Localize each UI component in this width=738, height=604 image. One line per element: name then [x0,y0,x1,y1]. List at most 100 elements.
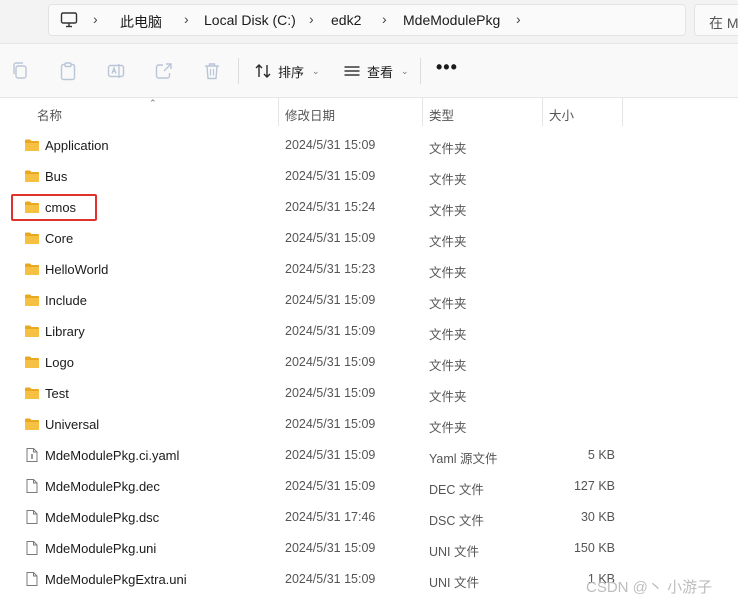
folder-row[interactable]: HelloWorld 2024/5/31 15:23 文件夹 [0,254,738,285]
toolbar-divider [420,58,421,84]
file-type: DSC 文件 [429,514,484,528]
file-name: Include [45,293,87,308]
file-modified-date: 2024/5/31 15:24 [285,200,376,214]
toolbar-divider [238,58,239,84]
file-modified-date: 2024/5/31 15:09 [285,293,376,307]
view-button[interactable]: 查看 ⌄ [343,59,409,83]
delete-icon[interactable] [202,61,222,81]
file-row[interactable]: MdeModulePkg.dec 2024/5/31 15:09 DEC 文件 127… [0,471,738,502]
file-row[interactable]: MdeModulePkg.dsc 2024/5/31 17:46 DSC 文件 30 … [0,502,738,533]
folder-row[interactable]: Include 2024/5/31 15:09 文件夹 [0,285,738,316]
file-icon [24,571,40,587]
file-type: 文件夹 [429,390,467,404]
file-type: Yaml 源文件 [429,452,498,466]
search-input[interactable]: 在 M [694,4,738,36]
file-type: 文件夹 [429,235,467,249]
column-header-name[interactable]: 名称 [37,105,62,124]
folder-icon [24,137,40,153]
file-modified-date: 2024/5/31 15:09 [285,417,376,431]
file-name: Bus [45,169,68,184]
file-row[interactable]: MdeModulePkg.uni 2024/5/31 15:09 UNI 文件 150… [0,533,738,564]
folder-icon [24,230,40,246]
column-header-size[interactable]: 大小 [549,105,574,124]
chevron-right-icon: › [184,11,189,27]
file-icon [24,540,40,556]
folder-row[interactable]: Core 2024/5/31 15:09 文件夹 [0,223,738,254]
file-type: 文件夹 [429,328,467,342]
more-options-button[interactable]: ••• [436,57,458,78]
breadcrumb-edk2[interactable]: edk2 [331,12,361,28]
computer-icon[interactable] [60,11,78,29]
column-header-type[interactable]: 类型 [429,105,454,124]
rename-icon[interactable] [106,61,126,81]
file-size: 127 KB [573,479,615,493]
address-bar: › 此电脑 › Local Disk (C:) › edk2 › MdeModu… [0,0,738,44]
file-name: Universal [45,417,100,432]
sort-label: 排序 [278,64,305,80]
file-name: Logo [45,355,74,370]
folder-row[interactable]: Library 2024/5/31 15:09 文件夹 [0,316,738,347]
sort-button[interactable]: 排序 ⌄ [254,59,320,83]
file-type: DEC 文件 [429,483,484,497]
folder-icon [24,261,40,277]
file-name: MdeModulePkg.dec [45,479,160,494]
folder-icon [24,416,40,432]
file-icon [24,509,40,525]
folder-row[interactable]: Test 2024/5/31 15:09 文件夹 [0,378,738,409]
file-modified-date: 2024/5/31 15:09 [285,448,376,462]
file-type: 文件夹 [429,173,467,187]
file-name: Application [45,138,109,153]
folder-icon [24,354,40,370]
file-type: 文件夹 [429,297,467,311]
file-list: Application 2024/5/31 15:09 文件夹 Bus 2024/5/3… [0,130,738,595]
chevron-right-icon: › [382,11,387,27]
paste-icon[interactable] [58,61,78,81]
file-modified-date: 2024/5/31 15:09 [285,231,376,245]
file-type: UNI 文件 [429,576,480,590]
column-resize-handle[interactable] [422,98,423,126]
chevron-right-icon: › [93,11,98,27]
sort-ascending-icon: ⌃ [149,98,157,108]
column-resize-handle[interactable] [278,98,279,126]
file-name: cmos [45,200,77,215]
file-type: 文件夹 [429,142,467,156]
file-size: 5 KB [587,448,615,462]
column-resize-handle[interactable] [622,98,623,126]
folder-row[interactable]: Logo 2024/5/31 15:09 文件夹 [0,347,738,378]
folder-icon [24,292,40,308]
file-name: MdeModulePkg.uni [45,541,157,556]
file-type: 文件夹 [429,204,467,218]
folder-row[interactable]: Application 2024/5/31 15:09 文件夹 [0,130,738,161]
view-list-icon [344,66,360,76]
breadcrumb-mdemodulepkg[interactable]: MdeModulePkg [403,12,500,28]
column-header-date[interactable]: 修改日期 [285,105,335,124]
file-name: HelloWorld [45,262,109,277]
file-modified-date: 2024/5/31 15:09 [285,386,376,400]
copy-icon[interactable] [10,61,30,81]
file-name: MdeModulePkgExtra.uni [45,572,187,587]
folder-icon [24,385,40,401]
folder-row[interactable]: Universal 2024/5/31 15:09 文件夹 [0,409,738,440]
file-type: 文件夹 [429,359,467,373]
folder-icon [24,168,40,184]
file-name: Library [45,324,85,339]
breadcrumb-local-disk[interactable]: Local Disk (C:) [204,12,296,28]
watermark: CSDN @丶 小游子 [586,579,713,596]
folder-icon [24,199,40,215]
file-type: UNI 文件 [429,545,480,559]
file-modified-date: 2024/5/31 15:09 [285,541,376,555]
file-type: 文件夹 [429,421,467,435]
file-modified-date: 2024/5/31 15:09 [285,572,376,586]
folder-row[interactable]: cmos 2024/5/31 15:24 文件夹 [0,192,738,223]
file-modified-date: 2024/5/31 17:46 [285,510,376,524]
share-icon[interactable] [154,61,174,81]
breadcrumb-this-pc[interactable]: 此电脑 [120,12,162,32]
file-modified-date: 2024/5/31 15:23 [285,262,376,276]
file-row[interactable]: MdeModulePkg.ci.yaml 2024/5/31 15:09 Yaml … [0,440,738,471]
view-label: 查看 [367,64,394,80]
column-resize-handle[interactable] [542,98,543,126]
file-size: 150 KB [573,541,615,555]
file-icon [24,478,40,494]
folder-row[interactable]: Bus 2024/5/31 15:09 文件夹 [0,161,738,192]
chevron-down-icon: ⌄ [312,65,320,76]
